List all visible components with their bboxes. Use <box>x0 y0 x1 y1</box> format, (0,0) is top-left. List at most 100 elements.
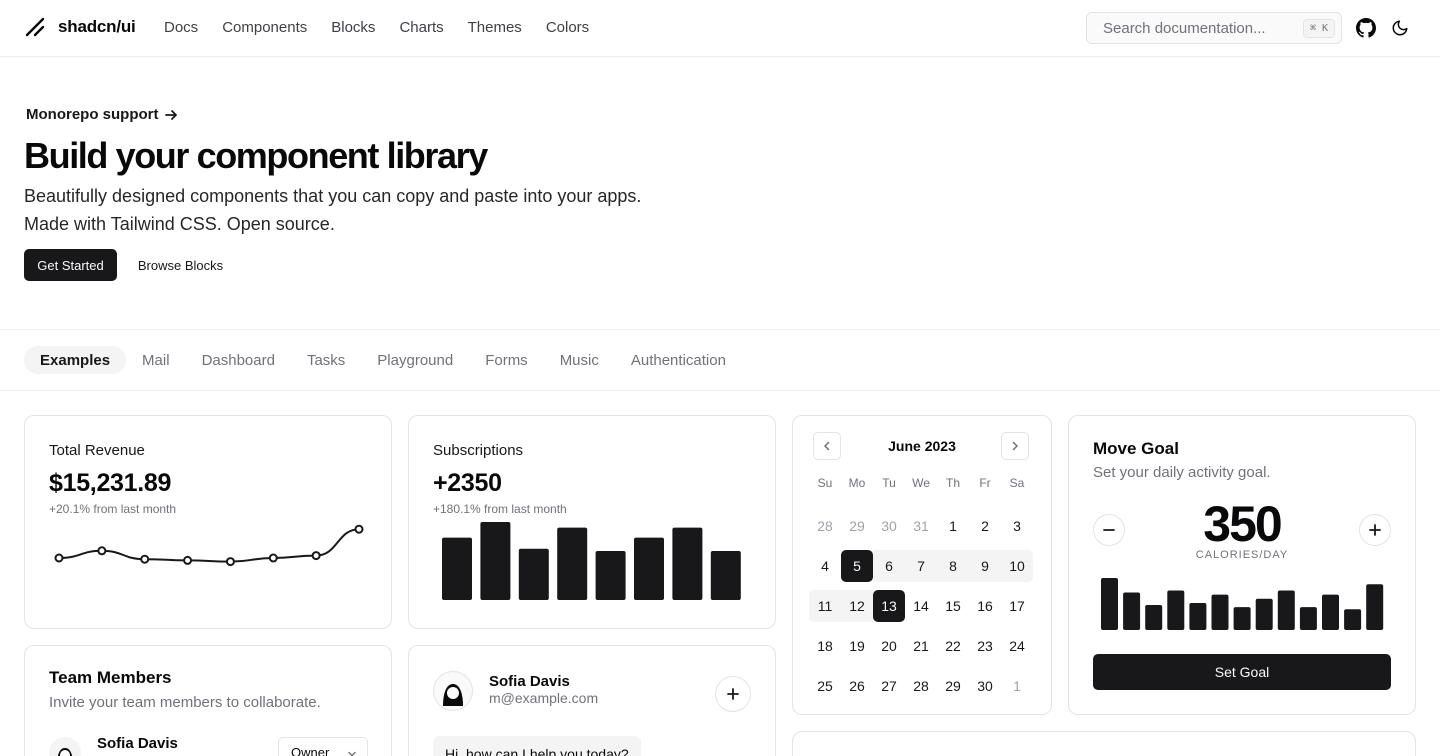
revenue-line-chart <box>54 524 364 567</box>
subscriptions-label: Subscriptions <box>433 442 524 459</box>
nav-charts[interactable]: Charts <box>399 19 443 37</box>
tab-authentication[interactable]: Authentication <box>615 346 742 374</box>
subscriptions-bar <box>672 527 703 600</box>
github-icon[interactable] <box>1356 18 1376 38</box>
calendar-day[interactable]: 17 <box>1001 590 1033 622</box>
announcement-link[interactable]: Monorepo support <box>26 106 178 123</box>
plus-icon <box>727 688 739 700</box>
revenue-point <box>54 553 64 563</box>
user-avatar-icon <box>434 672 472 710</box>
calendar-day-in-range[interactable]: 10 <box>1001 550 1033 582</box>
calendar-day-in-range[interactable]: 9 <box>969 550 1001 582</box>
calendar-day[interactable]: 21 <box>905 630 937 662</box>
calendar-day[interactable]: 19 <box>841 630 873 662</box>
calendar-day[interactable]: 24 <box>1001 630 1033 662</box>
calendar-day-in-range[interactable]: 6 <box>873 550 905 582</box>
chevron-down-icon <box>348 751 356 756</box>
calendar-day[interactable]: 15 <box>937 590 969 622</box>
subscriptions-bar <box>442 537 472 600</box>
tab-tasks[interactable]: Tasks <box>291 346 361 374</box>
calendar-day[interactable]: 25 <box>809 670 841 702</box>
calendar-day-selected[interactable]: 13 <box>873 590 905 622</box>
subscriptions-bar <box>518 548 549 600</box>
arrow-right-icon <box>165 109 178 120</box>
calendar-day[interactable]: 3 <box>1001 510 1033 542</box>
calendar-day[interactable]: 30 <box>873 510 905 542</box>
nav-components[interactable]: Components <box>222 19 307 37</box>
goal-bar <box>1123 592 1141 630</box>
tab-examples[interactable]: Examples <box>24 346 127 374</box>
calendar-card: June 2023 Su Mo Tu We Th Fr Sa 28 29 30 … <box>792 415 1052 715</box>
member-role-select[interactable]: Owner <box>278 737 368 756</box>
calendar-day-in-range[interactable]: 8 <box>937 550 969 582</box>
calendar-week: 25 26 27 28 29 30 1 <box>809 670 1033 702</box>
announcement-text: Monorepo support <box>26 106 159 123</box>
team-members-card: Team Members Invite your team members to… <box>24 645 392 756</box>
chat-contact-name: Sofia Davis <box>489 673 570 690</box>
browse-blocks-button[interactable]: Browse Blocks <box>125 249 236 281</box>
page-lead: Beautifully designed components that you… <box>24 182 704 238</box>
search-placeholder: Search documentation... <box>1103 20 1266 37</box>
calendar-day[interactable]: 1 <box>937 510 969 542</box>
nav-themes[interactable]: Themes <box>468 19 522 37</box>
calendar-day[interactable]: 31 <box>905 510 937 542</box>
calendar-day[interactable]: 18 <box>809 630 841 662</box>
new-message-button[interactable] <box>715 676 751 712</box>
weekday-label: Fr <box>979 476 991 490</box>
search-button[interactable]: Search documentation... ⌘ K <box>1086 12 1342 44</box>
calendar-day[interactable]: 28 <box>809 510 841 542</box>
goal-bar <box>1101 578 1118 630</box>
avatar <box>433 671 473 711</box>
chat-contact-email: m@example.com <box>489 690 599 706</box>
set-goal-button[interactable]: Set Goal <box>1093 654 1391 690</box>
calendar-day-in-range[interactable]: 11 <box>809 590 841 622</box>
calendar-day[interactable]: 30 <box>969 670 1001 702</box>
nav-docs[interactable]: Docs <box>164 19 198 37</box>
calendar-day-in-range[interactable]: 7 <box>905 550 937 582</box>
calendar-day[interactable]: 29 <box>841 510 873 542</box>
dark-mode-toggle-icon[interactable] <box>1391 19 1409 37</box>
brand-logo[interactable]: shadcn/ui <box>24 16 136 38</box>
calendar-next-button[interactable] <box>1001 432 1029 460</box>
calendar-day[interactable]: 4 <box>809 550 841 582</box>
calendar-day[interactable]: 23 <box>969 630 1001 662</box>
goal-bar <box>1322 594 1339 630</box>
examples-tabs: Examples Mail Dashboard Tasks Playground… <box>24 346 742 374</box>
tab-music[interactable]: Music <box>544 346 615 374</box>
goal-bar <box>1366 584 1384 630</box>
calendar-day[interactable]: 22 <box>937 630 969 662</box>
get-started-button[interactable]: Get Started <box>24 249 117 281</box>
calendar-day[interactable]: 1 <box>1001 670 1033 702</box>
goal-bar <box>1211 594 1229 630</box>
subscriptions-card: Subscriptions +2350 +180.1% from last mo… <box>408 415 776 629</box>
calendar-day[interactable]: 27 <box>873 670 905 702</box>
calendar-weekdays: Su Mo Tu We Th Fr Sa <box>809 476 1033 490</box>
goal-bar <box>1344 609 1362 630</box>
calendar-day[interactable]: 16 <box>969 590 1001 622</box>
calendar-day-in-range[interactable]: 12 <box>841 590 873 622</box>
tab-forms[interactable]: Forms <box>469 346 544 374</box>
goal-bar-chart <box>1101 578 1384 630</box>
increase-goal-button[interactable] <box>1359 514 1391 546</box>
calendar-week: 18 19 20 21 22 23 24 <box>809 630 1033 662</box>
calendar-day[interactable]: 28 <box>905 670 937 702</box>
nav-blocks[interactable]: Blocks <box>331 19 375 37</box>
site-header: shadcn/ui Docs Components Blocks Charts … <box>0 0 1440 57</box>
subscriptions-delta: +180.1% from last month <box>433 502 567 516</box>
tab-mail[interactable]: Mail <box>126 346 186 374</box>
revenue-point <box>140 554 150 564</box>
goal-unit: CALORIES/DAY <box>1195 549 1289 561</box>
calendar-day[interactable]: 2 <box>969 510 1001 542</box>
calendar-day[interactable]: 26 <box>841 670 873 702</box>
nav-colors[interactable]: Colors <box>546 19 589 37</box>
calendar-day[interactable]: 20 <box>873 630 905 662</box>
goal-bar <box>1189 602 1207 630</box>
calendar-week: 11 12 13 14 15 16 17 <box>809 590 1033 622</box>
calendar-day[interactable]: 14 <box>905 590 937 622</box>
tab-playground[interactable]: Playground <box>361 346 469 374</box>
tab-dashboard[interactable]: Dashboard <box>186 346 291 374</box>
calendar-day-selected[interactable]: 5 <box>841 550 873 582</box>
goal-bar <box>1299 607 1317 630</box>
calendar-week: 28 29 30 31 1 2 3 <box>809 510 1033 542</box>
calendar-day[interactable]: 29 <box>937 670 969 702</box>
